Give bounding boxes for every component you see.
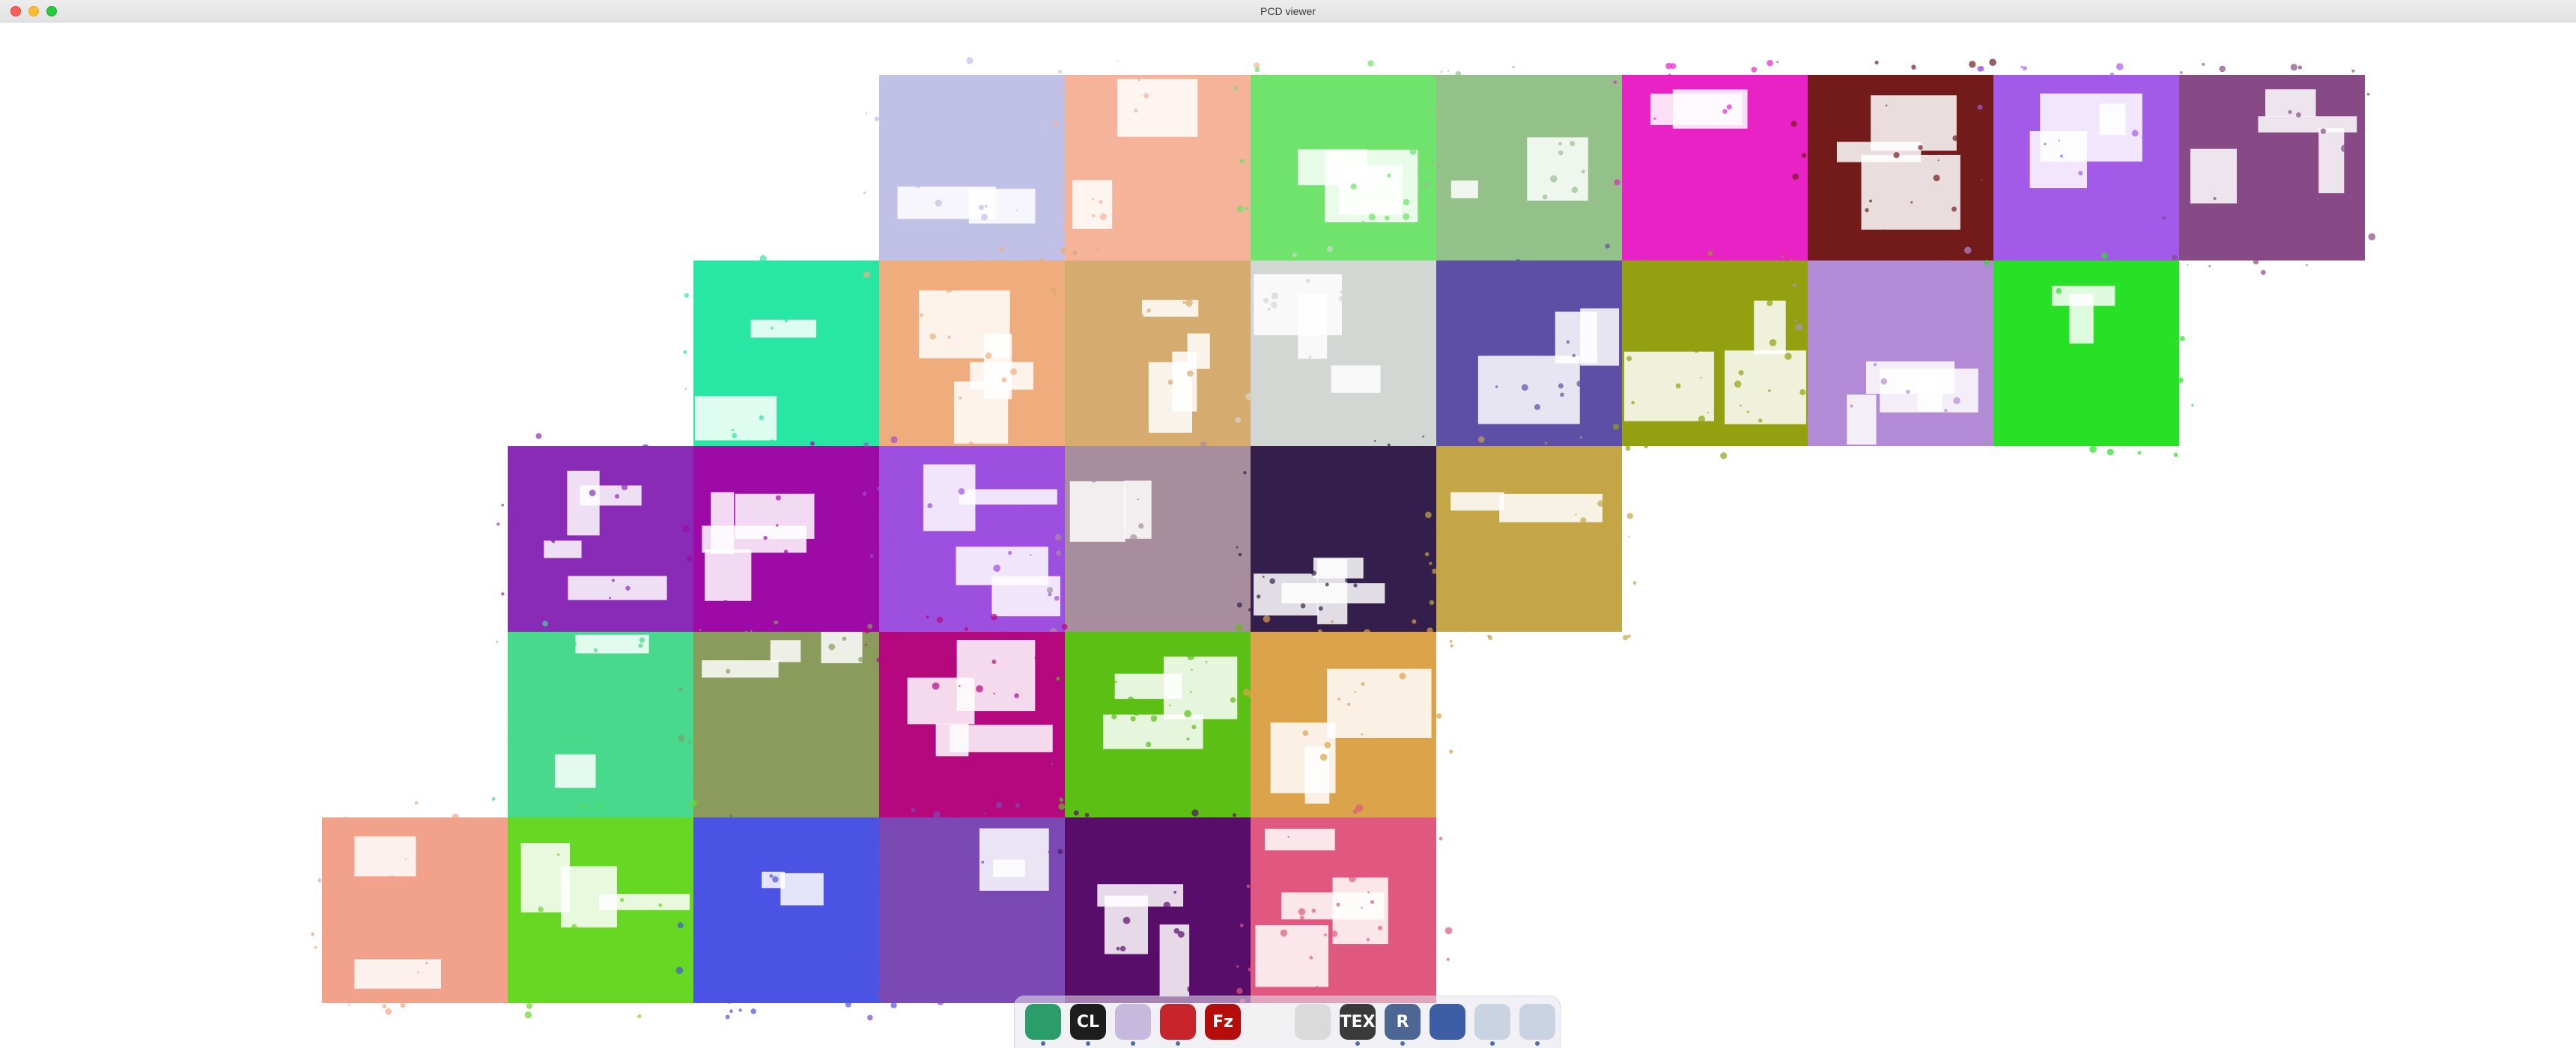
filezilla-icon[interactable]: Fz — [1205, 1004, 1241, 1040]
point-cloud-canvas[interactable] — [0, 22, 2576, 1048]
point-cloud-tile — [2162, 62, 2376, 275]
point-cloud-tile — [1051, 624, 1260, 817]
point-cloud-tile — [1048, 248, 1264, 460]
point-cloud-tile — [1242, 615, 1453, 832]
point-cloud-tile — [863, 613, 1084, 832]
point-cloud-tile — [311, 801, 513, 1015]
point-cloud-tile — [1424, 436, 1637, 648]
point-cloud-tile — [491, 621, 696, 835]
point-cloud-tile — [1046, 441, 1263, 638]
running-indicator — [1535, 1041, 1540, 1046]
point-cloud-tile — [1612, 251, 1818, 460]
point-cloud-tile — [1235, 246, 1447, 462]
dock-icon-label: CL — [1076, 1012, 1100, 1032]
tex-icon[interactable]: TEX — [1340, 1004, 1376, 1046]
point-cloud-tile — [862, 436, 1081, 643]
point-cloud-tile — [682, 441, 894, 648]
running-indicator — [1355, 1041, 1360, 1046]
dock-icon-label: Fz — [1212, 1012, 1233, 1032]
screenshot-camera-icon[interactable] — [1430, 1004, 1465, 1040]
point-cloud-tile — [1233, 60, 1444, 275]
point-cloud-tile — [1790, 58, 1999, 277]
running-indicator — [1086, 1041, 1090, 1046]
redis-desktop-icon[interactable] — [1160, 1004, 1196, 1046]
point-cloud-tile — [1236, 439, 1446, 647]
window-icon[interactable] — [1474, 1004, 1510, 1046]
point-cloud-tile — [1984, 252, 2194, 457]
dock-icon-label: R — [1396, 1012, 1409, 1032]
running-indicator — [1131, 1041, 1135, 1046]
point-cloud-tile — [1613, 59, 1822, 275]
point-cloud-tile — [1236, 804, 1453, 1004]
point-cloud-viewport[interactable] — [0, 22, 2576, 1048]
point-cloud-tile — [1423, 65, 1638, 261]
point-cloud-tile — [496, 433, 708, 644]
running-indicator — [1041, 1041, 1045, 1046]
browser-icon[interactable] — [1250, 1004, 1286, 1040]
point-cloud-tile — [675, 814, 897, 1020]
point-cloud-tile — [683, 255, 892, 459]
window-titlebar[interactable]: PCD viewer — [0, 0, 2576, 22]
running-indicator — [1490, 1041, 1495, 1046]
point-cloud-tile — [1977, 63, 2191, 271]
point-cloud-tile — [1792, 246, 2008, 447]
clion-icon[interactable]: CL — [1070, 1004, 1106, 1046]
point-cloud-tile — [863, 57, 1070, 276]
point-cloud-tile — [1422, 243, 1638, 460]
window-title: PCD viewer — [1260, 5, 1316, 17]
dock-icon-label: TEX — [1340, 1012, 1376, 1032]
chrome-browser-icon[interactable] — [1025, 1004, 1061, 1046]
point-cloud-tile — [1057, 809, 1263, 1003]
point-cloud-tile — [863, 801, 1077, 1021]
point-cloud-tile — [1053, 60, 1266, 276]
running-indicator — [1176, 1041, 1180, 1046]
folder-icon[interactable] — [1115, 1004, 1151, 1046]
point-cloud-tile — [862, 246, 1080, 465]
window-icon-2[interactable] — [1519, 1004, 1555, 1046]
toggle-settings-icon[interactable] — [1295, 1004, 1331, 1040]
point-cloud-tile — [508, 799, 712, 1019]
running-indicator — [1400, 1041, 1405, 1046]
point-cloud-tile — [678, 620, 890, 826]
rstudio-icon[interactable]: R — [1385, 1004, 1421, 1046]
dock: CL Fz TEX R — [1014, 996, 1561, 1048]
